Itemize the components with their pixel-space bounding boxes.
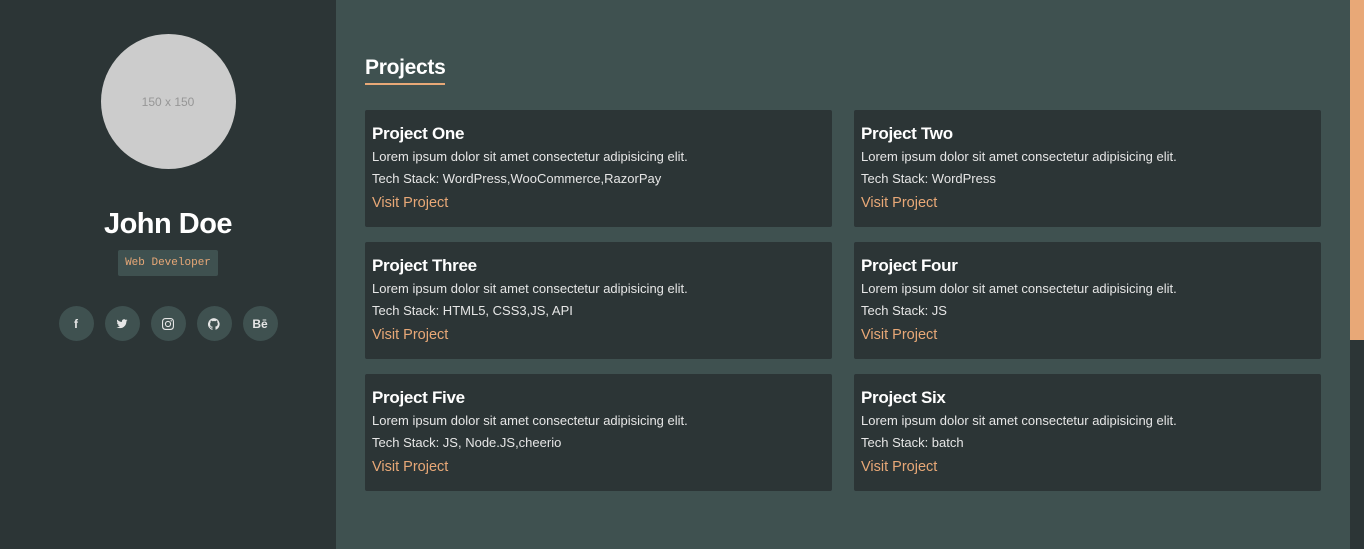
- project-description: Lorem ipsum dolor sit amet consectetur a…: [861, 149, 1177, 164]
- scrollbar[interactable]: [1350, 0, 1364, 549]
- project-description: Lorem ipsum dolor sit amet consectetur a…: [372, 281, 688, 296]
- project-title: Project Four: [861, 256, 958, 275]
- sidebar: 150 x 150 John Doe Web Developer f Bē: [0, 0, 336, 549]
- facebook-icon: f: [74, 316, 78, 331]
- instagram-link[interactable]: [150, 306, 186, 341]
- project-tech-stack: Tech Stack: WordPress: [861, 171, 996, 186]
- project-title: Project Five: [372, 388, 465, 407]
- visit-project-link[interactable]: Visit Project: [861, 194, 937, 212]
- projects-grid: Project One Lorem ipsum dolor sit amet c…: [365, 110, 1321, 491]
- project-card: Project Five Lorem ipsum dolor sit amet …: [365, 374, 832, 491]
- social-links: f Bē: [58, 306, 278, 341]
- behance-icon: Bē: [252, 316, 268, 331]
- behance-link[interactable]: Bē: [242, 306, 278, 341]
- visit-project-link[interactable]: Visit Project: [372, 194, 448, 212]
- heading-underline: [365, 83, 445, 85]
- project-card: Project Two Lorem ipsum dolor sit amet c…: [854, 110, 1321, 227]
- projects-heading: Projects: [365, 56, 446, 79]
- project-title: Project One: [372, 124, 465, 143]
- project-description: Lorem ipsum dolor sit amet consectetur a…: [372, 413, 688, 428]
- twitter-link[interactable]: [104, 306, 140, 341]
- project-card: Project Four Lorem ipsum dolor sit amet …: [854, 242, 1321, 359]
- project-card: Project Three Lorem ipsum dolor sit amet…: [365, 242, 832, 359]
- project-tech-stack: Tech Stack: batch: [861, 435, 964, 450]
- scrollbar-thumb[interactable]: [1350, 0, 1364, 340]
- project-tech-stack: Tech Stack: WordPress,WooCommerce,RazorP…: [372, 171, 662, 186]
- profile-name: John Doe: [103, 208, 233, 240]
- visit-project-link[interactable]: Visit Project: [372, 458, 448, 476]
- twitter-icon: [116, 318, 128, 328]
- visit-project-link[interactable]: Visit Project: [372, 326, 448, 344]
- visit-project-link[interactable]: Visit Project: [861, 326, 937, 344]
- role-badge: Web Developer: [118, 250, 218, 276]
- github-link[interactable]: [196, 306, 232, 341]
- project-tech-stack: Tech Stack: HTML5, CSS3,JS, API: [372, 303, 573, 318]
- project-title: Project Six: [861, 388, 946, 407]
- instagram-icon: [162, 317, 174, 330]
- project-card: Project One Lorem ipsum dolor sit amet c…: [365, 110, 832, 227]
- project-description: Lorem ipsum dolor sit amet consectetur a…: [861, 281, 1177, 296]
- facebook-link[interactable]: f: [58, 306, 94, 341]
- avatar: 150 x 150: [100, 34, 236, 169]
- github-icon: [208, 317, 220, 330]
- project-title: Project Two: [861, 124, 953, 143]
- project-description: Lorem ipsum dolor sit amet consectetur a…: [372, 149, 688, 164]
- project-tech-stack: Tech Stack: JS, Node.JS,cheerio: [372, 435, 562, 450]
- project-title: Project Three: [372, 256, 477, 275]
- project-description: Lorem ipsum dolor sit amet consectetur a…: [861, 413, 1177, 428]
- project-card: Project Six Lorem ipsum dolor sit amet c…: [854, 374, 1321, 491]
- project-tech-stack: Tech Stack: JS: [861, 303, 947, 318]
- avatar-placeholder-text: 150 x 150: [141, 94, 195, 109]
- visit-project-link[interactable]: Visit Project: [861, 458, 937, 476]
